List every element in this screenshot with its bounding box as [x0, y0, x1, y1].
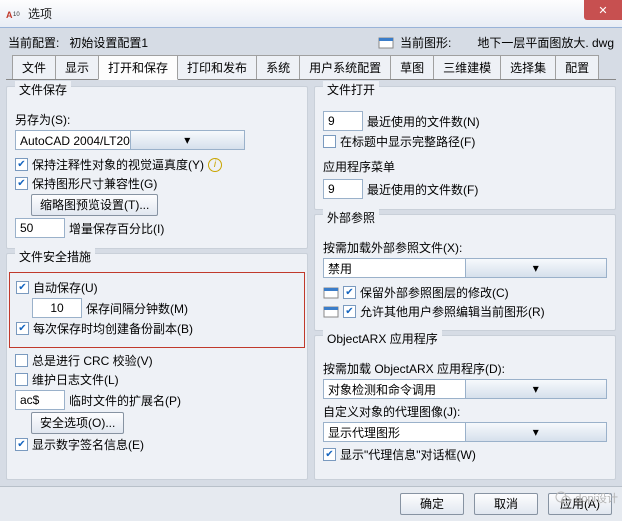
- current-drawing-value: 地下一层平面图放大. dwg: [477, 34, 614, 51]
- chk-sig[interactable]: [15, 438, 28, 451]
- drawing-icon: [378, 35, 394, 51]
- temp-ext-label: 临时文件的扩展名(P): [69, 392, 181, 409]
- mru-menu-input[interactable]: [323, 179, 363, 199]
- cancel-button[interactable]: 取消: [474, 493, 538, 515]
- chk-log[interactable]: [15, 373, 28, 386]
- current-drawing-label: 当前图形:: [400, 34, 451, 51]
- legend-safety: 文件安全措施: [15, 248, 95, 265]
- label-fullpath: 在标题中显示完整路径(F): [340, 133, 475, 150]
- chevron-down-icon: ▾: [130, 131, 245, 149]
- current-profile-value: 初始设置配置1: [69, 34, 219, 51]
- group-arx: ObjectARX 应用程序 按需加载 ObjectARX 应用程序(D): 对…: [314, 335, 616, 480]
- label-allow-edit: 允许其他用户参照编辑当前图形(R): [360, 303, 545, 320]
- save-as-combo[interactable]: AutoCAD 2004/LT2004 图形 (*.dwg) ▾: [15, 130, 245, 150]
- window-title: 选项: [28, 5, 52, 22]
- tab-select[interactable]: 选择集: [500, 55, 556, 79]
- label-backup: 每次保存时均创建备份副本(B): [33, 320, 193, 337]
- group-file-save: 文件保存 另存为(S): AutoCAD 2004/LT2004 图形 (*.d…: [6, 86, 308, 249]
- proxy-value: 显示代理图形: [324, 424, 465, 441]
- tab-system[interactable]: 系统: [256, 55, 300, 79]
- legend-app-menu: 应用程序菜单: [323, 158, 607, 175]
- watermark: dopi设计: [555, 490, 618, 506]
- tab-plot[interactable]: 打印和发布: [177, 55, 257, 79]
- svg-text:10: 10: [13, 12, 20, 18]
- label-sig: 显示数字签名信息(E): [32, 436, 144, 453]
- label-keep-size: 保持图形尺寸兼容性(G): [32, 175, 157, 192]
- highlight-box: 自动保存(U) 保存间隔分钟数(M) 每次保存时均创建备份副本(B): [9, 272, 305, 348]
- proxy-label: 自定义对象的代理图像(J):: [323, 403, 460, 420]
- tab-profile[interactable]: 配置: [555, 55, 599, 79]
- drawing-icon: [323, 285, 339, 301]
- save-as-value: AutoCAD 2004/LT2004 图形 (*.dwg): [16, 132, 130, 149]
- label-keep-anno: 保持注释性对象的视觉逼真度(Y): [32, 156, 204, 173]
- tabs: 文件 显示 打开和保存 打印和发布 系统 用户系统配置 草图 三维建模 选择集 …: [6, 55, 616, 80]
- security-options-button[interactable]: 安全选项(O)...: [31, 412, 124, 434]
- mru-menu-label: 最近使用的文件数(F): [367, 181, 478, 198]
- chevron-down-icon: ▾: [465, 423, 607, 441]
- tab-display[interactable]: 显示: [55, 55, 99, 79]
- chk-autosave[interactable]: [16, 281, 29, 294]
- chk-fullpath[interactable]: [323, 135, 336, 148]
- titlebar: A10 选项 ✕: [0, 0, 622, 28]
- group-xref: 外部参照 按需加载外部参照文件(X): 禁用 ▾ 保留外部参照图层的修改(C) …: [314, 214, 616, 331]
- mru-open-label: 最近使用的文件数(N): [367, 113, 480, 130]
- incr-save-input[interactable]: [15, 218, 65, 238]
- label-autosave: 自动保存(U): [33, 279, 98, 296]
- label-crc: 总是进行 CRC 校验(V): [32, 352, 153, 369]
- legend-arx: ObjectARX 应用程序: [323, 330, 442, 347]
- xref-load-value: 禁用: [324, 260, 465, 277]
- xref-load-label: 按需加载外部参照文件(X):: [323, 239, 462, 256]
- tab-file[interactable]: 文件: [12, 55, 56, 79]
- profile-row: 当前配置: 初始设置配置1 当前图形: 地下一层平面图放大. dwg: [0, 28, 622, 53]
- group-file-open: 文件打开 最近使用的文件数(N) 在标题中显示完整路径(F) 应用程序菜单 最近…: [314, 86, 616, 210]
- autosave-interval-input[interactable]: [32, 298, 82, 318]
- right-column: 文件打开 最近使用的文件数(N) 在标题中显示完整路径(F) 应用程序菜单 最近…: [314, 86, 616, 480]
- chk-allow-edit[interactable]: [343, 305, 356, 318]
- thumb-settings-button[interactable]: 缩略图预览设置(T)...: [31, 194, 158, 216]
- mru-open-input[interactable]: [323, 111, 363, 131]
- svg-text:A: A: [6, 10, 13, 20]
- arx-load-value: 对象检测和命令调用: [324, 381, 465, 398]
- ok-button[interactable]: 确定: [400, 493, 464, 515]
- chk-keep-size[interactable]: [15, 177, 28, 190]
- label-show-proxy: 显示"代理信息"对话框(W): [340, 446, 476, 463]
- chevron-down-icon: ▾: [465, 380, 607, 398]
- arx-load-combo[interactable]: 对象检测和命令调用 ▾: [323, 379, 607, 399]
- save-as-label: 另存为(S):: [15, 111, 70, 128]
- chk-keep-anno[interactable]: [15, 158, 28, 171]
- tab-3d[interactable]: 三维建模: [433, 55, 501, 79]
- label-keep-layer: 保留外部参照图层的修改(C): [360, 284, 509, 301]
- proxy-combo[interactable]: 显示代理图形 ▾: [323, 422, 607, 442]
- chevron-down-icon: ▾: [465, 259, 607, 277]
- xref-load-combo[interactable]: 禁用 ▾: [323, 258, 607, 278]
- incr-save-label: 增量保存百分比(I): [69, 220, 164, 237]
- wechat-icon: [555, 490, 571, 506]
- arx-load-label: 按需加载 ObjectARX 应用程序(D):: [323, 360, 505, 377]
- tab-draft[interactable]: 草图: [390, 55, 434, 79]
- current-profile-label: 当前配置:: [8, 34, 59, 51]
- button-bar: 确定 取消 应用(A) dopi设计: [0, 486, 622, 521]
- autosave-interval-label: 保存间隔分钟数(M): [86, 300, 188, 317]
- tab-content: 文件保存 另存为(S): AutoCAD 2004/LT2004 图形 (*.d…: [0, 80, 622, 486]
- legend-file-open: 文件打开: [323, 81, 379, 98]
- left-column: 文件保存 另存为(S): AutoCAD 2004/LT2004 图形 (*.d…: [6, 86, 308, 480]
- close-button[interactable]: ✕: [584, 0, 622, 20]
- drawing-icon: [323, 304, 339, 320]
- temp-ext-input[interactable]: [15, 390, 65, 410]
- chk-keep-layer[interactable]: [343, 286, 356, 299]
- chk-backup[interactable]: [16, 322, 29, 335]
- chk-crc[interactable]: [15, 354, 28, 367]
- chk-show-proxy[interactable]: [323, 448, 336, 461]
- info-icon[interactable]: i: [208, 158, 222, 172]
- label-log: 维护日志文件(L): [32, 371, 119, 388]
- group-safety: 文件安全措施 自动保存(U) 保存间隔分钟数(M) 每次保存时均创建备份副本(B…: [6, 253, 308, 480]
- legend-xref: 外部参照: [323, 209, 379, 226]
- tab-open-save[interactable]: 打开和保存: [98, 55, 178, 80]
- legend-file-save: 文件保存: [15, 81, 71, 98]
- app-icon: A10: [6, 6, 22, 22]
- tab-user[interactable]: 用户系统配置: [299, 55, 391, 79]
